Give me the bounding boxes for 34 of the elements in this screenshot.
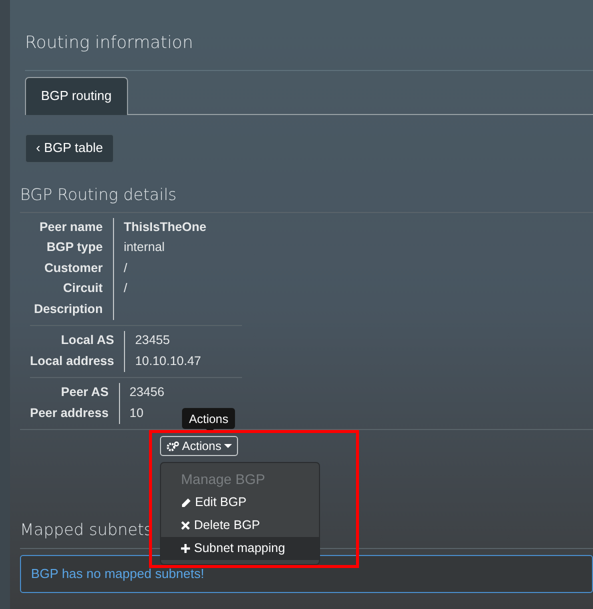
close-icon: [181, 521, 190, 530]
tooltip-arrow-icon: [206, 429, 214, 433]
field-label: Circuit: [62, 280, 103, 297]
gears-icon: [166, 440, 179, 452]
pencil-icon: [181, 498, 191, 508]
info-alert: BGP has no mapped subnets!: [20, 555, 593, 593]
field-label: Peer AS: [60, 384, 109, 401]
page-title: Routing information: [25, 32, 194, 55]
field-label: Local AS: [60, 332, 114, 349]
menu-item[interactable]: Delete BGP: [161, 514, 319, 537]
field-label: Peer name: [38, 218, 103, 236]
actions-button[interactable]: Actions: [160, 436, 238, 456]
field-label: Customer: [43, 260, 103, 276]
field-value: 10.10.10.47: [135, 354, 202, 368]
field-value: ThisIsTheOne: [124, 220, 206, 234]
field-label: Description: [32, 300, 103, 318]
back-button[interactable]: ‹ BGP table: [25, 134, 114, 162]
field-value: 23456: [130, 385, 164, 399]
section-title: BGP Routing details: [20, 184, 178, 206]
menu-header: Manage BGP: [180, 470, 266, 489]
field-label: Local address: [30, 352, 114, 370]
plus-icon: [181, 544, 190, 553]
menu-item[interactable]: Edit BGP: [161, 491, 319, 514]
field-value: 23455: [135, 333, 170, 347]
menu-item[interactable]: Subnet mapping: [161, 537, 319, 560]
field-label: Peer address: [30, 404, 109, 422]
field-label: BGP type: [46, 239, 103, 256]
field-value: /: [124, 281, 128, 295]
field-value: 10: [130, 406, 144, 420]
field-value: internal: [124, 240, 165, 254]
tooltip: Actions: [182, 408, 236, 429]
field-value: /: [124, 260, 128, 274]
caret-icon: [224, 444, 232, 448]
tab[interactable]: BGP routing: [25, 76, 128, 114]
